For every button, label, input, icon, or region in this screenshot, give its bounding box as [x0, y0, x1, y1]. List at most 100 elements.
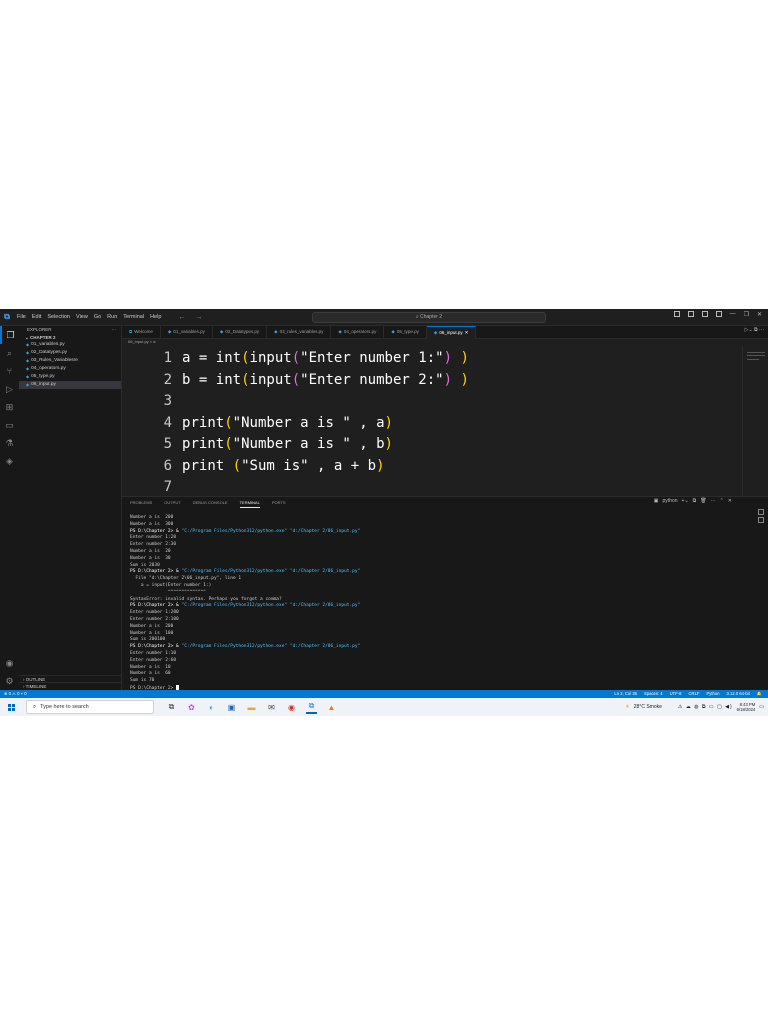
- code-line[interactable]: 1 a = int(input("Enter number 1:") ): [122, 348, 469, 370]
- command-center-search[interactable]: ⌕ Chapter 2: [312, 312, 546, 323]
- copilot-icon[interactable]: ✿: [186, 702, 197, 713]
- file-02-datatypes[interactable]: ◆ 02_Datatypes.py: [19, 349, 121, 357]
- store-icon[interactable]: ▣: [226, 702, 237, 713]
- more-actions-icon[interactable]: ···: [112, 326, 117, 334]
- python-file-icon: ◆: [167, 329, 172, 334]
- split-editor-icon[interactable]: ⧉: [754, 327, 758, 333]
- toggle-sidebar-icon[interactable]: [673, 311, 680, 317]
- menu-go[interactable]: Go: [91, 314, 104, 320]
- tab-output[interactable]: OUTPUT: [164, 497, 180, 508]
- outline-section[interactable]: › OUTLINE: [19, 675, 121, 682]
- end-of-line[interactable]: CRLF: [689, 690, 700, 698]
- tab-04-operators[interactable]: ◆ 04_operators.py: [331, 326, 385, 338]
- menu-help[interactable]: Help: [147, 314, 164, 320]
- task-view-icon[interactable]: ⧉: [166, 702, 177, 713]
- code-line[interactable]: 5 print("Number a is " , b): [122, 434, 393, 456]
- terminal-shell-label[interactable]: python: [663, 498, 678, 504]
- vscode-taskbar-icon[interactable]: ⧉: [306, 701, 317, 714]
- menu-run[interactable]: Run: [104, 314, 120, 320]
- code-line[interactable]: 3: [122, 391, 182, 413]
- remote-explorer-icon[interactable]: ▭: [0, 416, 19, 434]
- tab-problems[interactable]: PROBLEMS: [130, 497, 152, 508]
- file-01-variables[interactable]: ◆ 01_variables.py: [19, 341, 121, 349]
- search-icon[interactable]: ⌕: [0, 344, 19, 362]
- python-file-icon: ◆: [26, 382, 30, 387]
- taskbar-search[interactable]: ⌕ Type here to search: [26, 700, 154, 714]
- python-interpreter[interactable]: 3.12.0 64-bit: [727, 690, 750, 698]
- tab-02-datatypes[interactable]: ◆ 02_Datatypes.py: [213, 326, 268, 338]
- tab-05-type[interactable]: ◆ 05_type.py: [384, 326, 427, 338]
- code-text: print("Number a is " , a): [182, 414, 393, 431]
- more-actions-icon[interactable]: ···: [711, 498, 716, 504]
- maximize-panel-icon[interactable]: ⌃: [720, 498, 724, 504]
- start-button[interactable]: [0, 703, 22, 711]
- testing-icon[interactable]: ⚗: [0, 434, 19, 452]
- kill-terminal-icon[interactable]: 🗑: [700, 498, 706, 504]
- weather-text[interactable]: 28°C Smoke: [634, 704, 662, 710]
- minimize-button[interactable]: —: [730, 311, 736, 318]
- menu-selection[interactable]: Selection: [44, 314, 73, 320]
- customize-layout-icon[interactable]: [715, 311, 722, 317]
- new-terminal-icon[interactable]: +⌄: [682, 498, 689, 504]
- explorer-icon[interactable]: ❐: [0, 326, 19, 344]
- tab-03-rules-variables[interactable]: ◆ 03_rules_variables.py: [267, 326, 332, 338]
- file-explorer-icon[interactable]: ▬: [246, 702, 257, 713]
- tab-ports[interactable]: PORTS: [272, 497, 286, 508]
- notifications-icon[interactable]: 🔔: [757, 690, 762, 698]
- maximize-button[interactable]: ❐: [744, 311, 749, 318]
- language-mode[interactable]: Python: [706, 690, 719, 698]
- indentation[interactable]: Spaces: 4: [644, 690, 663, 698]
- edge-icon[interactable]: ◐: [206, 702, 217, 713]
- file-05-type[interactable]: ◆ 05_type.py: [19, 373, 121, 381]
- file-06-input[interactable]: ◆ 06_input.py: [19, 381, 121, 389]
- problems-status[interactable]: ⊗ 0 ⚠ 0 ⑂ 0: [4, 690, 27, 698]
- source-control-icon[interactable]: ⑂: [0, 362, 19, 380]
- split-terminal-icon[interactable]: ⧉: [693, 498, 697, 504]
- tab-terminal[interactable]: TERMINAL: [239, 497, 260, 508]
- terminal-instance-icon[interactable]: [758, 509, 764, 515]
- code-editor[interactable]: 1 a = int(input("Enter number 1:") ) 2 b = …: [122, 346, 742, 496]
- file-03-rules-variables[interactable]: ◆ 03_Rules_Variablesre: [19, 357, 121, 365]
- menu-view[interactable]: View: [73, 314, 91, 320]
- folder-chapter-2[interactable]: ⌄ CHAPTER 2: [19, 334, 121, 341]
- terminal-instance-icon[interactable]: [758, 517, 764, 523]
- settings-gear-icon[interactable]: ⚙: [0, 672, 19, 690]
- nav-back-forward-buttons[interactable]: ← →: [178, 314, 206, 321]
- chrome-icon[interactable]: ◉: [286, 702, 297, 713]
- vlc-icon[interactable]: ▲: [326, 702, 337, 713]
- toggle-secondary-sidebar-icon[interactable]: [701, 311, 708, 317]
- extensions-icon[interactable]: ⊞: [0, 398, 19, 416]
- menu-edit[interactable]: Edit: [29, 314, 44, 320]
- menu-file[interactable]: File: [14, 314, 29, 320]
- menu-terminal[interactable]: Terminal: [120, 314, 147, 320]
- more-actions-icon[interactable]: ···: [759, 327, 764, 333]
- close-button[interactable]: ✕: [757, 311, 762, 318]
- editor-minimap[interactable]: [742, 346, 768, 496]
- close-panel-icon[interactable]: ✕: [728, 498, 732, 504]
- run-debug-icon[interactable]: ▷: [0, 380, 19, 398]
- clock[interactable]: 8:43 PM 6/18/2024: [737, 702, 756, 712]
- code-line[interactable]: 6 print ("Sum is" , a + b): [122, 456, 385, 478]
- mail-icon[interactable]: ✉: [266, 702, 277, 713]
- code-line[interactable]: 4 print("Number a is " , a): [122, 413, 393, 435]
- python-icon[interactable]: ◈: [0, 452, 19, 470]
- notification-center-icon[interactable]: ▭: [759, 704, 764, 710]
- tab-06-input[interactable]: ◆ 06_input.py ✕: [426, 326, 477, 339]
- encoding[interactable]: UTF-8: [670, 690, 682, 698]
- tab-welcome[interactable]: ⧉ Welcome: [122, 326, 161, 338]
- terminal-output[interactable]: Number a is 200 Number a is 300 PS D:\Chap…: [130, 515, 750, 692]
- cursor-position[interactable]: Ln 2, Col 35: [614, 690, 637, 698]
- tray-icons[interactable]: ⚠ ☁ ◍ ⧉ ▭ ▢ ◀): [678, 704, 733, 710]
- python-file-icon: ◆: [26, 350, 30, 355]
- close-tab-icon[interactable]: ✕: [465, 327, 469, 339]
- file-04-operators[interactable]: ◆ 04_operators.py: [19, 365, 121, 373]
- toggle-panel-icon[interactable]: [687, 311, 694, 317]
- breadcrumb[interactable]: 06_input.py > a: [128, 339, 155, 345]
- account-icon[interactable]: ◉: [0, 654, 19, 672]
- code-line[interactable]: 2 b = int(input("Enter number 2:") ): [122, 370, 469, 392]
- tab-label: 05_type.py: [396, 329, 419, 334]
- tab-01-variables[interactable]: ◆ 01_variables.py: [161, 326, 213, 338]
- timeline-section[interactable]: › TIMELINE: [19, 682, 121, 689]
- run-python-file-icon[interactable]: ▷⌄: [745, 327, 753, 333]
- tab-debug-console[interactable]: DEBUG CONSOLE: [193, 497, 228, 508]
